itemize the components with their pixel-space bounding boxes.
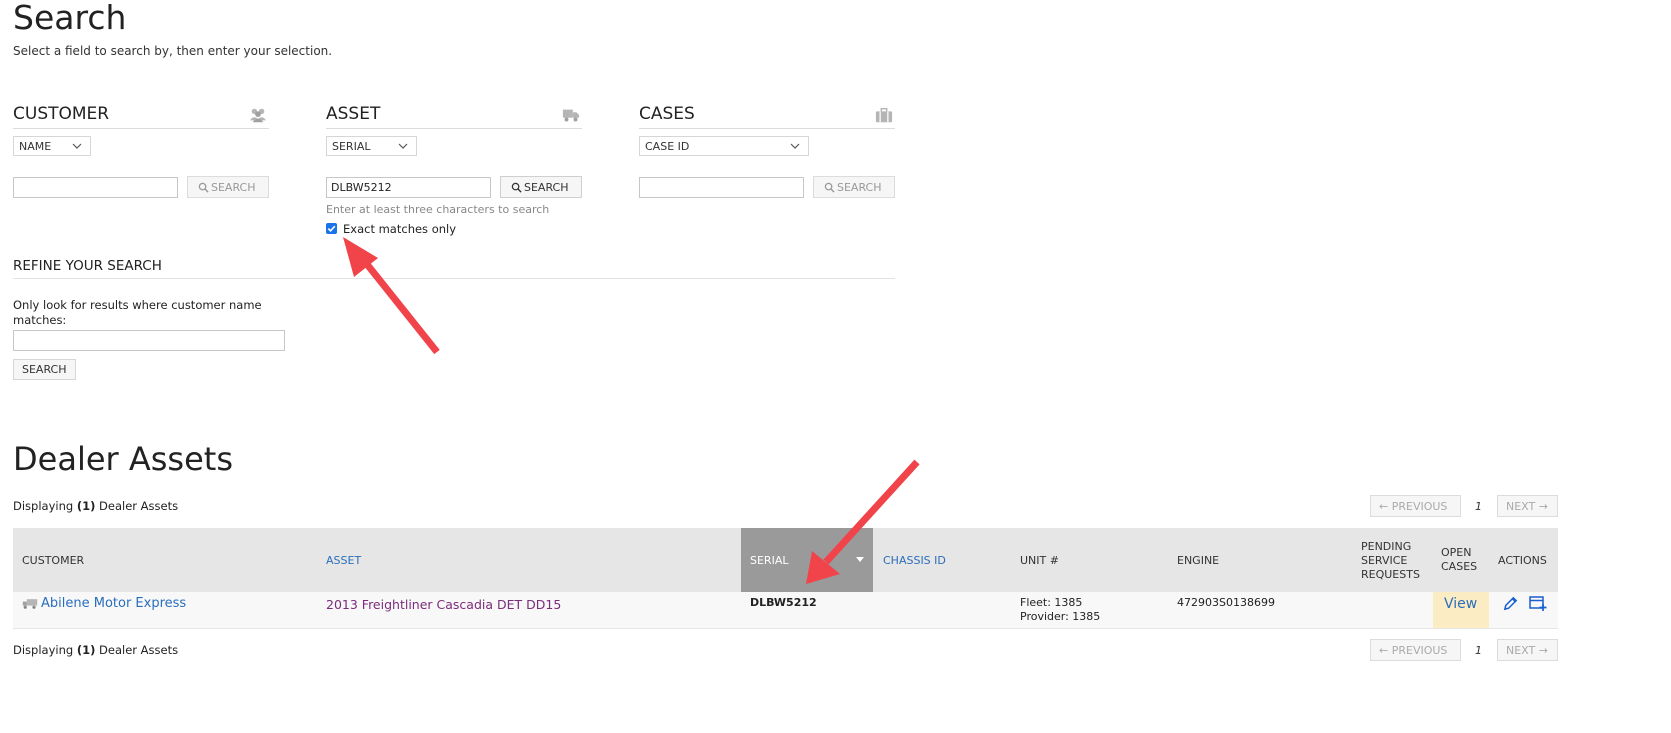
asset-search-button[interactable]: SEARCH (500, 176, 582, 198)
results-table-header: CUSTOMER ASSET SERIAL CHASSIS ID UNIT # … (13, 528, 1558, 592)
cases-search-input[interactable] (639, 177, 804, 198)
results-title: Dealer Assets (13, 440, 233, 478)
asset-heading: ASSET (326, 104, 381, 124)
cases-field-value: CASE ID (645, 140, 690, 153)
exact-matches-label: Exact matches only (343, 222, 457, 236)
refine-heading: REFINE YOUR SEARCH (13, 258, 895, 279)
column-open-line2: CASES (1441, 560, 1478, 573)
sort-desc-icon (856, 557, 864, 562)
column-serial-label: SERIAL (750, 554, 789, 567)
next-page-button-bottom[interactable]: NEXT → (1497, 639, 1558, 661)
view-cases-link[interactable]: View (1444, 596, 1477, 612)
results-count: (1) (76, 643, 96, 657)
previous-page-button-bottom[interactable]: ← PREVIOUS (1370, 639, 1461, 661)
open-cases-cell: View (1433, 592, 1489, 628)
asset-search-hint: Enter at least three characters to searc… (326, 203, 550, 216)
search-icon (824, 182, 835, 193)
column-customer: CUSTOMER (22, 554, 85, 567)
refine-customer-input[interactable] (13, 330, 285, 351)
cases-search-label: SEARCH (837, 181, 882, 194)
edit-pencil-icon[interactable] (1502, 595, 1519, 612)
customer-field-select[interactable]: NAME (13, 136, 91, 156)
customer-field-value: NAME (19, 140, 52, 153)
customer-section-header: CUSTOMER (13, 104, 269, 129)
column-asset[interactable]: ASSET (326, 554, 361, 567)
column-open-cases: OPEN CASES (1441, 546, 1477, 574)
column-chassis-id[interactable]: CHASSIS ID (883, 554, 946, 567)
chevron-down-icon (790, 143, 800, 149)
page-subtitle: Select a field to search by, then enter … (13, 44, 333, 58)
customer-search-input[interactable] (13, 177, 178, 198)
column-unit: UNIT # (1020, 554, 1059, 567)
displaying-prefix: Displaying (13, 499, 74, 513)
column-pending-line3: REQUESTS (1361, 568, 1420, 581)
customer-search-button[interactable]: SEARCH (187, 176, 269, 198)
page-title: Search (13, 0, 127, 37)
column-serial-sorted[interactable]: SERIAL (741, 528, 873, 592)
cases-field-select[interactable]: CASE ID (639, 136, 809, 156)
engine-value: 472903S0138699 (1177, 596, 1275, 609)
asset-field-select[interactable]: SERIAL (326, 136, 417, 156)
chevron-down-icon (72, 143, 82, 149)
users-icon (249, 108, 267, 123)
annotation-arrow-exact-matches (343, 237, 440, 355)
column-pending-line2: SERVICE (1361, 554, 1408, 567)
customer-search-label: SEARCH (211, 181, 256, 194)
refine-label: Only look for results where customer nam… (13, 298, 262, 327)
check-icon (327, 225, 336, 232)
column-actions: ACTIONS (1498, 554, 1547, 567)
asset-field-value: SERIAL (332, 140, 371, 153)
cases-heading: CASES (639, 104, 695, 124)
truck-icon (22, 599, 38, 609)
cases-section-header: CASES (639, 104, 895, 129)
unit-value: Fleet: 1385 Provider: 1385 (1020, 596, 1100, 624)
asset-link[interactable]: 2013 Freightliner Cascadia DET DD15 (326, 597, 561, 612)
asset-search-label: SEARCH (524, 181, 569, 194)
column-engine: ENGINE (1177, 554, 1220, 567)
chevron-down-icon (398, 143, 408, 149)
column-pending-line1: PENDING (1361, 540, 1412, 553)
next-page-button[interactable]: NEXT → (1497, 495, 1558, 517)
briefcase-icon (875, 107, 893, 123)
customer-heading: CUSTOMER (13, 104, 110, 124)
provider-unit: Provider: 1385 (1020, 610, 1101, 623)
results-count-top: Displaying (1) Dealer Assets (13, 499, 178, 513)
truck-icon (562, 109, 580, 122)
search-icon (198, 182, 209, 193)
asset-section-header: ASSET (326, 104, 582, 129)
displaying-suffix: Dealer Assets (99, 643, 179, 657)
add-case-icon[interactable] (1529, 595, 1547, 612)
previous-page-button[interactable]: ← PREVIOUS (1370, 495, 1461, 517)
table-row: Abilene Motor Express 2013 Freightliner … (13, 592, 1558, 629)
column-open-line1: OPEN (1441, 546, 1472, 559)
customer-link[interactable]: Abilene Motor Express (41, 596, 186, 611)
column-pending-requests: PENDING SERVICE REQUESTS (1361, 540, 1420, 582)
results-count-bottom: Displaying (1) Dealer Assets (13, 643, 178, 657)
page-number-bottom: 1 (1475, 644, 1482, 657)
serial-value: DLBW5212 (750, 596, 817, 609)
exact-matches-checkbox[interactable] (326, 223, 337, 234)
displaying-suffix: Dealer Assets (99, 499, 179, 513)
exact-matches-option[interactable]: Exact matches only (326, 222, 456, 236)
page-number: 1 (1475, 500, 1482, 513)
refine-search-button[interactable]: SEARCH (13, 359, 76, 380)
asset-search-input[interactable] (326, 177, 491, 198)
displaying-prefix: Displaying (13, 643, 74, 657)
search-icon (511, 182, 522, 193)
fleet-unit: Fleet: 1385 (1020, 596, 1083, 609)
results-count: (1) (76, 499, 96, 513)
cases-search-button[interactable]: SEARCH (813, 176, 895, 198)
